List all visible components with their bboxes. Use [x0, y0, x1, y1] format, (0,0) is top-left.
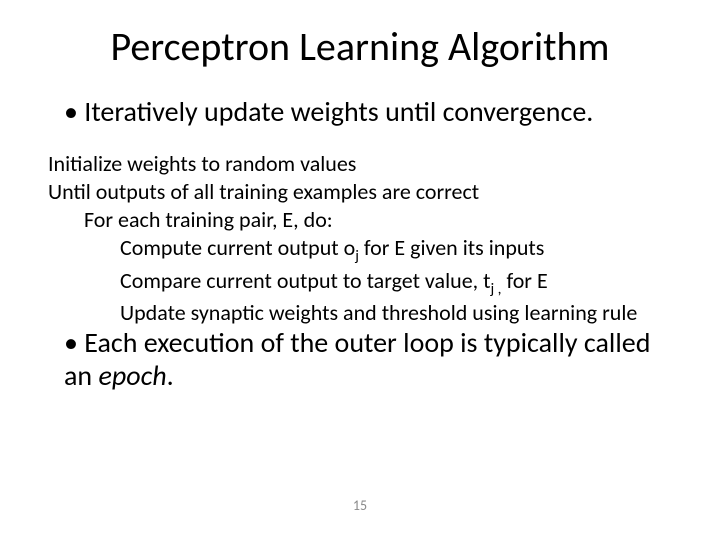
algo-line-until: Until outputs of all training examples a… — [48, 178, 688, 206]
bullet-epoch: Each execution of the outer loop is typi… — [64, 326, 684, 392]
algorithm-block: Initialize weights to random values Unti… — [48, 150, 688, 327]
algo-compare-post: for E — [501, 267, 547, 294]
algo-line-update: Update synaptic weights and threshold us… — [120, 299, 688, 327]
algo-compare-sub: j , — [490, 279, 501, 298]
algo-line-for: For each training pair, E, do: — [84, 206, 688, 234]
bullet-epoch-em: epoch — [98, 358, 166, 393]
algo-compare-pre: Compare current output to target value, … — [120, 267, 490, 294]
page-number: 15 — [0, 497, 720, 514]
bullet-intro-text: Iteratively update weights until converg… — [64, 94, 593, 129]
algo-compute-pre: Compute current output o — [120, 234, 355, 261]
slide: Perceptron Learning Algorithm Iterativel… — [0, 0, 720, 540]
algo-compute-post: for E given its inputs — [359, 234, 545, 261]
algo-line-init: Initialize weights to random values — [48, 150, 688, 178]
slide-title: Perceptron Learning Algorithm — [0, 22, 720, 71]
algo-line-compare: Compare current output to target value, … — [120, 267, 688, 299]
algo-line-compute: Compute current output oj for E given it… — [120, 234, 688, 266]
bullet-epoch-post: . — [167, 358, 174, 393]
bullet-intro: Iteratively update weights until converg… — [64, 94, 684, 129]
